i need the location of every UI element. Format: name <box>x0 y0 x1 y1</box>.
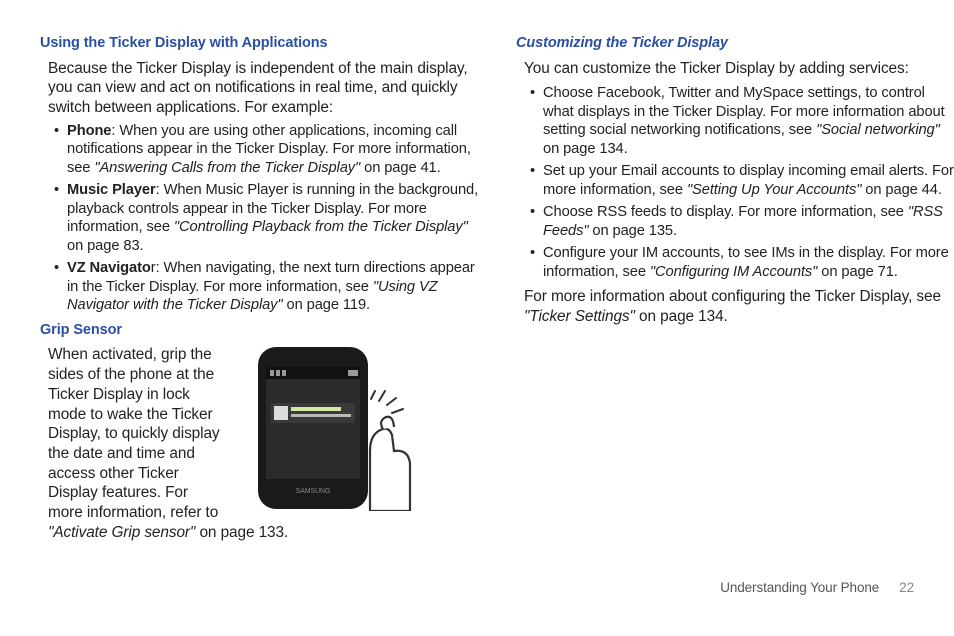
intro-right: You can customize the Ticker Display by … <box>524 59 954 79</box>
item-tail: on page 134. <box>543 141 628 157</box>
closing-pre: For more information about configuring t… <box>524 288 941 305</box>
item-quote: "Answering Calls from the Ticker Display… <box>94 160 360 176</box>
item-lead: VZ Navigato <box>67 260 151 276</box>
page-content: Using the Ticker Display with Applicatio… <box>0 0 954 543</box>
left-column: Using the Ticker Display with Applicatio… <box>40 34 480 543</box>
list-item: Phone: When you are using other applicat… <box>58 122 480 178</box>
svg-text:SAMSUNG: SAMSUNG <box>296 488 331 495</box>
list-item: Set up your Email accounts to display in… <box>534 162 954 199</box>
item-tail: on page 44. <box>861 182 941 198</box>
closing-paragraph: For more information about configuring t… <box>524 287 954 326</box>
list-item: Music Player: When Music Player is runni… <box>58 181 480 255</box>
list-item: Choose Facebook, Twitter and MySpace set… <box>534 84 954 158</box>
item-quote: "Configuring IM Accounts" <box>650 264 817 280</box>
item-pre: Choose RSS feeds to display. For more in… <box>543 204 908 220</box>
grip-after: "Activate Grip sensor" on page 133. <box>48 523 480 543</box>
page-footer: Understanding Your Phone 22 <box>720 579 914 596</box>
item-tail: on page 135. <box>588 223 677 239</box>
closing-tail: on page 134. <box>635 308 728 325</box>
grip-row: When activated, grip the sides of the ph… <box>48 345 480 522</box>
list-item: VZ Navigator: When navigating, the next … <box>58 259 480 315</box>
item-lead: Phone <box>67 123 111 139</box>
heading-using-ticker: Using the Ticker Display with Applicatio… <box>40 34 480 53</box>
item-quote: "Setting Up Your Accounts" <box>687 182 861 198</box>
item-quote: "Controlling Playback from the Ticker Di… <box>174 219 468 235</box>
right-column: Customizing the Ticker Display You can c… <box>516 34 954 543</box>
grip-tail: on page 133. <box>195 524 288 541</box>
grip-text: When activated, grip the sides of the ph… <box>48 345 224 522</box>
phone-grip-icon: SAMSUNG <box>238 341 438 511</box>
item-lead: Music Player <box>67 182 156 198</box>
footer-page-number: 22 <box>899 579 914 596</box>
list-item: Choose RSS feeds to display. For more in… <box>534 203 954 240</box>
list-item: Configure your IM accounts, to see IMs i… <box>534 244 954 281</box>
closing-quote: "Ticker Settings" <box>524 308 635 325</box>
item-tail: on page 83. <box>67 238 144 254</box>
item-quote: "Social networking" <box>816 122 940 138</box>
heading-grip-sensor: Grip Sensor <box>40 321 480 340</box>
item-tail: on page 71. <box>817 264 897 280</box>
footer-section: Understanding Your Phone <box>720 579 879 596</box>
intro-left: Because the Ticker Display is independen… <box>48 59 480 118</box>
grip-illustration: SAMSUNG <box>238 341 438 517</box>
heading-customizing: Customizing the Ticker Display <box>516 34 954 53</box>
bullet-list-right: Choose Facebook, Twitter and MySpace set… <box>534 84 954 281</box>
grip-quote: "Activate Grip sensor" <box>48 524 195 541</box>
bullet-list-left: Phone: When you are using other applicat… <box>58 122 480 315</box>
item-tail: on page 119. <box>283 297 370 313</box>
item-tail: on page 41. <box>360 160 440 176</box>
